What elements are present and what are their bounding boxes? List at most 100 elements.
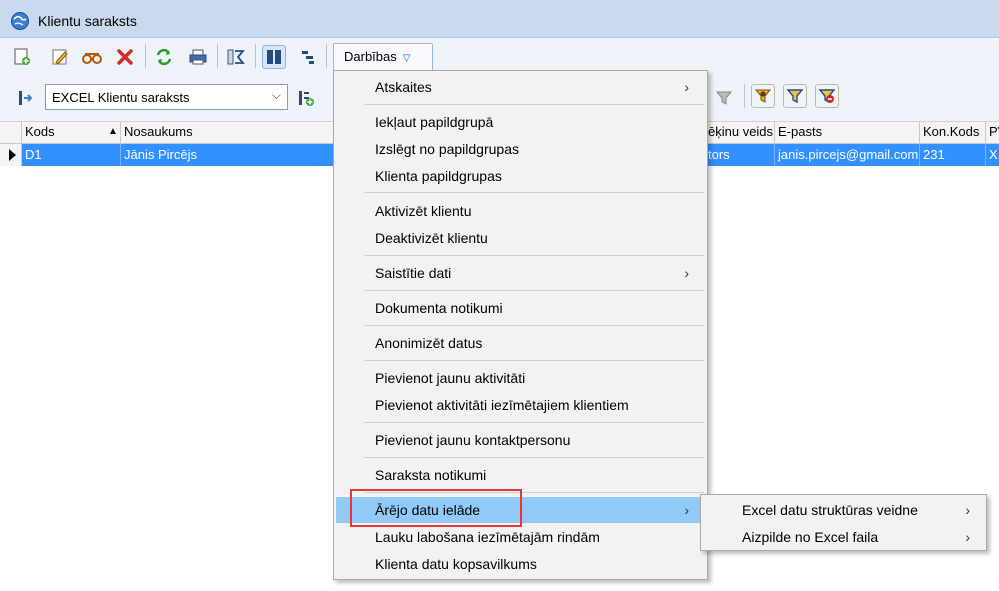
chevron-right-icon: ›: [684, 79, 689, 95]
filter-remove-button[interactable]: [815, 84, 839, 108]
tree-button[interactable]: [296, 45, 320, 69]
menu-item-label: Saraksta notikumi: [375, 467, 487, 483]
delete-button[interactable]: [113, 45, 137, 69]
toolbar-separator: [744, 84, 745, 108]
columns-button[interactable]: [262, 45, 286, 69]
globe-icon: [11, 12, 29, 30]
sort-ascending-icon: ▲: [108, 126, 118, 137]
actions-menu-label: Darbības: [344, 49, 397, 64]
add-filter-icon: [299, 91, 314, 106]
column-header-kods[interactable]: Kods ▲: [22, 122, 121, 144]
menu-item-label: Izslēgt no papildgrupas: [375, 141, 519, 157]
menu-separator: [364, 290, 704, 291]
column-header-pv[interactable]: PV: [986, 122, 999, 144]
refresh-button[interactable]: [152, 45, 176, 69]
menu-item-label: Aizpilde no Excel faila: [742, 529, 879, 545]
tree-icon: [302, 51, 314, 64]
refresh-icon: [156, 48, 172, 66]
submenu-item-excel-template[interactable]: Excel datu struktūras veidne ›: [703, 497, 984, 523]
copy-icon: [82, 53, 102, 64]
menu-item-client-summary[interactable]: Klienta datu kopsavilkums: [336, 551, 705, 577]
menu-item-document-events[interactable]: Dokumenta notikumi: [336, 295, 705, 321]
menu-item-exclude-group[interactable]: Izslēgt no papildgrupas: [336, 136, 705, 162]
print-button[interactable]: [186, 45, 210, 69]
row-indicator-header: [0, 122, 22, 144]
external-data-submenu: Excel datu struktūras veidne › Aizpilde n…: [700, 494, 987, 551]
menu-item-label: Pievienot aktivitāti iezīmētajiem klient…: [375, 397, 629, 413]
menu-item-label: Pievienot jaunu kontaktpersonu: [375, 432, 571, 448]
menu-item-external-data-import[interactable]: Ārējo datu ielāde ›: [336, 497, 705, 523]
toolbar-separator: [217, 44, 218, 68]
toolbar-separator: [145, 44, 146, 68]
title-bar: Klientu saraksts: [0, 0, 999, 38]
menu-item-label: Lauku labošana iezīmētajām rindām: [375, 529, 600, 545]
edit-icon: [52, 49, 68, 65]
new-button[interactable]: [10, 45, 34, 69]
edit-button[interactable]: [48, 45, 72, 69]
menu-separator: [364, 325, 704, 326]
menu-item-atskaites[interactable]: Atskaites ›: [336, 74, 705, 100]
submenu-item-fill-from-excel[interactable]: Aizpilde no Excel faila ›: [703, 524, 984, 550]
menu-item-add-contact[interactable]: Pievienot jaunu kontaktpersonu: [336, 427, 705, 453]
chevron-right-icon: ›: [965, 529, 970, 545]
menu-item-label: Aktivizēt klientu: [375, 203, 472, 219]
cell-kods: D1: [22, 144, 121, 166]
sum-icon: [227, 49, 245, 65]
menu-item-label: Klienta datu kopsavilkums: [375, 556, 537, 572]
funnel-icon: [786, 89, 804, 104]
columns-icon: [267, 50, 281, 64]
funnel-user-icon: [754, 89, 772, 103]
filter-icon: [19, 91, 33, 105]
clear-filter-button[interactable]: [712, 86, 736, 110]
menu-separator: [364, 422, 704, 423]
toolbar-separator: [326, 44, 327, 68]
sum-button[interactable]: [224, 45, 248, 69]
cell-pv: X: [989, 147, 998, 162]
cell-epasts: janis.pircejs@gmail.com: [775, 144, 920, 166]
add-filter-button[interactable]: [294, 86, 318, 110]
menu-item-include-group[interactable]: Iekļaut papildgrupā: [336, 109, 705, 135]
new-icon: [14, 48, 30, 65]
column-label: PV: [989, 124, 999, 139]
menu-item-label: Klienta papildgrupas: [375, 168, 502, 184]
menu-item-anonymize[interactable]: Anonimizēt datus: [336, 330, 705, 356]
menu-separator: [364, 457, 704, 458]
menu-item-label: Iekļaut papildgrupā: [375, 114, 494, 130]
menu-item-label: Atskaites: [375, 79, 432, 95]
column-header-konkods[interactable]: Kon.Kods: [920, 122, 986, 144]
menu-item-edit-fields[interactable]: Lauku labošana iezīmētajām rindām: [336, 524, 705, 550]
current-row-indicator: [0, 144, 22, 166]
toolbar-separator: [255, 44, 256, 68]
column-label: ēķinu veids: [708, 124, 774, 139]
print-icon: [189, 49, 207, 65]
funnel-icon: [715, 91, 733, 105]
column-header-epasts[interactable]: E-pasts: [775, 122, 920, 144]
row-pointer-icon: [9, 149, 16, 161]
menu-item-label: Saistītie dati: [375, 265, 452, 281]
menu-item-list-events[interactable]: Saraksta notikumi: [336, 462, 705, 488]
filter-button[interactable]: [14, 86, 38, 110]
column-header-veids[interactable]: ēķinu veids: [705, 122, 775, 144]
menu-item-deactivate[interactable]: Deaktivizēt klientu: [336, 225, 705, 251]
report-select-value: EXCEL Klientu saraksts: [52, 90, 190, 105]
menu-item-add-activity-selected[interactable]: Pievienot aktivitāti iezīmētajiem klient…: [336, 392, 705, 418]
menu-item-label: Anonimizēt datus: [375, 335, 483, 351]
menu-item-label: Excel datu struktūras veidne: [742, 502, 918, 518]
chevron-down-icon: ⌵: [271, 88, 281, 102]
menu-item-add-activity[interactable]: Pievienot jaunu aktivitāti: [336, 365, 705, 391]
chevron-right-icon: ›: [684, 502, 689, 518]
menu-separator: [364, 492, 704, 493]
menu-item-label: Dokumenta notikumi: [375, 300, 503, 316]
report-select[interactable]: EXCEL Klientu saraksts ⌵: [45, 84, 288, 110]
menu-item-activate[interactable]: Aktivizēt klientu: [336, 198, 705, 224]
menu-item-related-data[interactable]: Saistītie dati ›: [336, 260, 705, 286]
chevron-right-icon: ›: [965, 502, 970, 518]
menu-separator: [364, 104, 704, 105]
filter-user-button[interactable]: [751, 84, 775, 108]
copy-button[interactable]: [80, 45, 104, 69]
column-label: Kods: [25, 124, 55, 139]
column-label: Nosaukums: [124, 124, 193, 139]
actions-menu-button[interactable]: Darbības ▽: [333, 43, 433, 71]
filter-apply-button[interactable]: [783, 84, 807, 108]
menu-item-client-groups[interactable]: Klienta papildgrupas: [336, 163, 705, 189]
